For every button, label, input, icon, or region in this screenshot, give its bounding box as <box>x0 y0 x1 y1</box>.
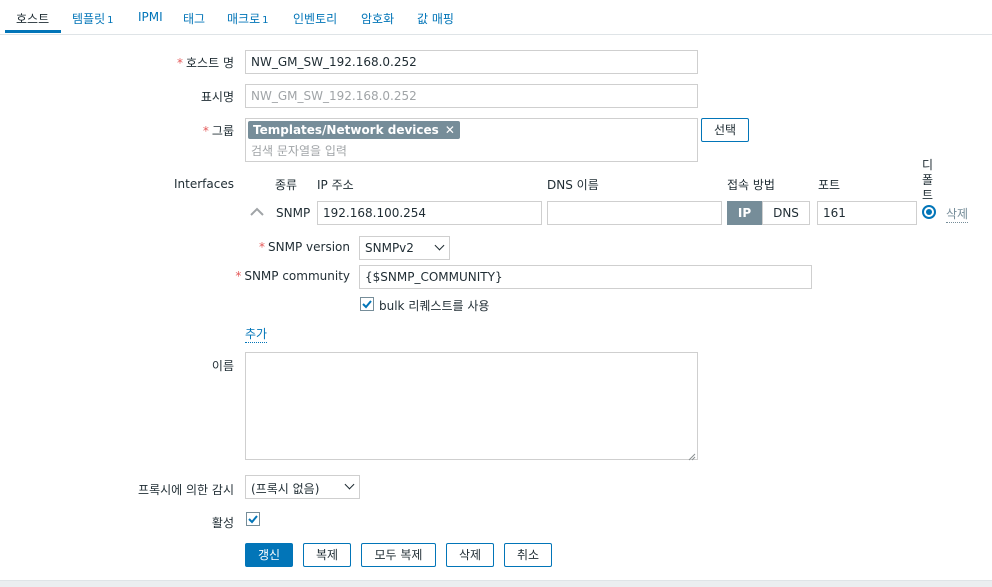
host-name-label-text: 호스트 명 <box>186 56 234 70</box>
connect-ip-toggle[interactable]: IP <box>727 201 762 225</box>
group-chip-label: Templates/Network devices <box>253 123 439 137</box>
interfaces-header-type: 종류 <box>275 178 298 192</box>
tab-value-mapping[interactable]: 값 매핑 <box>417 10 454 27</box>
host-name-input[interactable]: NW_GM_SW_192.168.0.252 <box>245 50 698 74</box>
bulk-label: bulk 리퀘스트를 사용 <box>379 299 490 313</box>
snmp-version-label-text: SNMP version <box>268 240 350 254</box>
tab-ipmi[interactable]: IPMI <box>138 10 163 24</box>
remove-chip-icon[interactable]: ✕ <box>445 123 455 137</box>
snmp-version-select[interactable]: SNMPv2 <box>359 236 450 260</box>
required-mark: * <box>177 56 184 70</box>
snmp-community-label-text: SNMP community <box>244 269 350 283</box>
snmp-community-input[interactable]: {$SNMP_COMMUNITY} <box>359 265 812 289</box>
tab-value-mapping-label: 값 매핑 <box>417 12 454 26</box>
tab-macros-count: 1 <box>262 15 269 26</box>
proxy-label: 프록시에 의한 감시 <box>138 483 234 497</box>
interfaces-header-ip: IP 주소 <box>317 178 354 192</box>
host-edit-form-panel: 호스트 템플릿 1 IPMI 태그 매크로 1 인벤토리 암호화 값 매핑 * 호스트… <box>0 0 992 581</box>
cancel-button[interactable]: 취소 <box>504 543 552 567</box>
description-label: 이름 <box>211 359 234 373</box>
snmp-version-label: * SNMP version <box>259 240 350 254</box>
bulk-checkbox[interactable] <box>360 297 374 311</box>
full-clone-button[interactable]: 모두 복제 <box>361 543 436 567</box>
tab-inventory-label: 인벤토리 <box>293 12 338 26</box>
interface-port-input[interactable]: 161 <box>817 201 917 225</box>
tab-tags-label: 태그 <box>183 12 206 26</box>
group-chip[interactable]: Templates/Network devices ✕ <box>248 121 460 139</box>
tab-inventory[interactable]: 인벤토리 <box>293 10 337 27</box>
host-name-label: * 호스트 명 <box>177 54 234 71</box>
tab-encryption-label: 암호화 <box>361 12 395 26</box>
tab-templates-count: 1 <box>107 15 114 26</box>
interfaces-header-port: 포트 <box>818 178 841 192</box>
tab-tags[interactable]: 태그 <box>183 10 205 27</box>
connect-dns-toggle[interactable]: DNS <box>762 201 810 225</box>
tab-encryption[interactable]: 암호화 <box>361 10 394 27</box>
description-textarea[interactable] <box>245 352 698 460</box>
groups-select-button[interactable]: 선택 <box>701 118 749 142</box>
required-mark: * <box>235 269 242 283</box>
tab-templates[interactable]: 템플릿 1 <box>72 10 114 27</box>
checkmark-icon <box>362 300 372 309</box>
delete-button[interactable]: 삭제 <box>446 543 494 567</box>
groups-search-placeholder[interactable]: 검색 문자열을 입력 <box>251 142 347 159</box>
tab-templates-label: 템플릿 <box>72 12 106 26</box>
interface-dns-input[interactable] <box>547 201 722 225</box>
remove-interface-link[interactable]: 삭제 <box>946 205 969 223</box>
tab-macros[interactable]: 매크로 1 <box>227 10 269 27</box>
chevron-down-icon <box>344 479 355 490</box>
snmp-community-label: * SNMP community <box>235 269 350 283</box>
groups-label: * 그룹 <box>203 122 234 139</box>
collapse-chevron-icon[interactable] <box>250 206 264 220</box>
interfaces-header-default: 디폴트 <box>922 158 934 202</box>
required-mark: * <box>259 240 266 254</box>
interfaces-header-connect: 접속 방법 <box>727 178 775 192</box>
tab-host-label: 호스트 <box>16 12 50 26</box>
default-interface-radio[interactable] <box>922 205 936 219</box>
enabled-checkbox[interactable] <box>246 512 260 526</box>
radio-dot <box>926 209 932 215</box>
visible-name-input[interactable]: NW_GM_SW_192.168.0.252 <box>245 84 698 108</box>
update-button[interactable]: 갱신 <box>245 543 293 567</box>
interfaces-header-dns: DNS 이름 <box>547 178 599 192</box>
tab-ipmi-label: IPMI <box>138 10 163 24</box>
interface-ip-input[interactable]: 192.168.100.254 <box>317 201 542 225</box>
resize-handle-icon[interactable] <box>688 450 696 464</box>
proxy-value: (프록시 없음) <box>251 482 320 496</box>
visible-name-label: 표시명 <box>200 90 234 104</box>
tab-macros-label: 매크로 <box>227 12 261 26</box>
active-tab-indicator <box>5 30 61 33</box>
interface-type: SNMP <box>276 206 311 220</box>
interfaces-label: Interfaces <box>174 177 234 191</box>
groups-label-text: 그룹 <box>211 124 234 138</box>
chevron-down-icon <box>434 240 445 251</box>
add-interface-link[interactable]: 추가 <box>245 325 268 343</box>
snmp-version-value: SNMPv2 <box>365 241 414 255</box>
tab-bar: 호스트 템플릿 1 IPMI 태그 매크로 1 인벤토리 암호화 값 매핑 <box>0 0 992 35</box>
clone-button[interactable]: 복제 <box>303 543 351 567</box>
enabled-label: 활성 <box>211 516 234 530</box>
tab-host[interactable]: 호스트 <box>16 10 49 27</box>
proxy-select[interactable]: (프록시 없음) <box>245 475 360 499</box>
required-mark: * <box>202 124 209 138</box>
checkmark-icon <box>248 515 258 524</box>
